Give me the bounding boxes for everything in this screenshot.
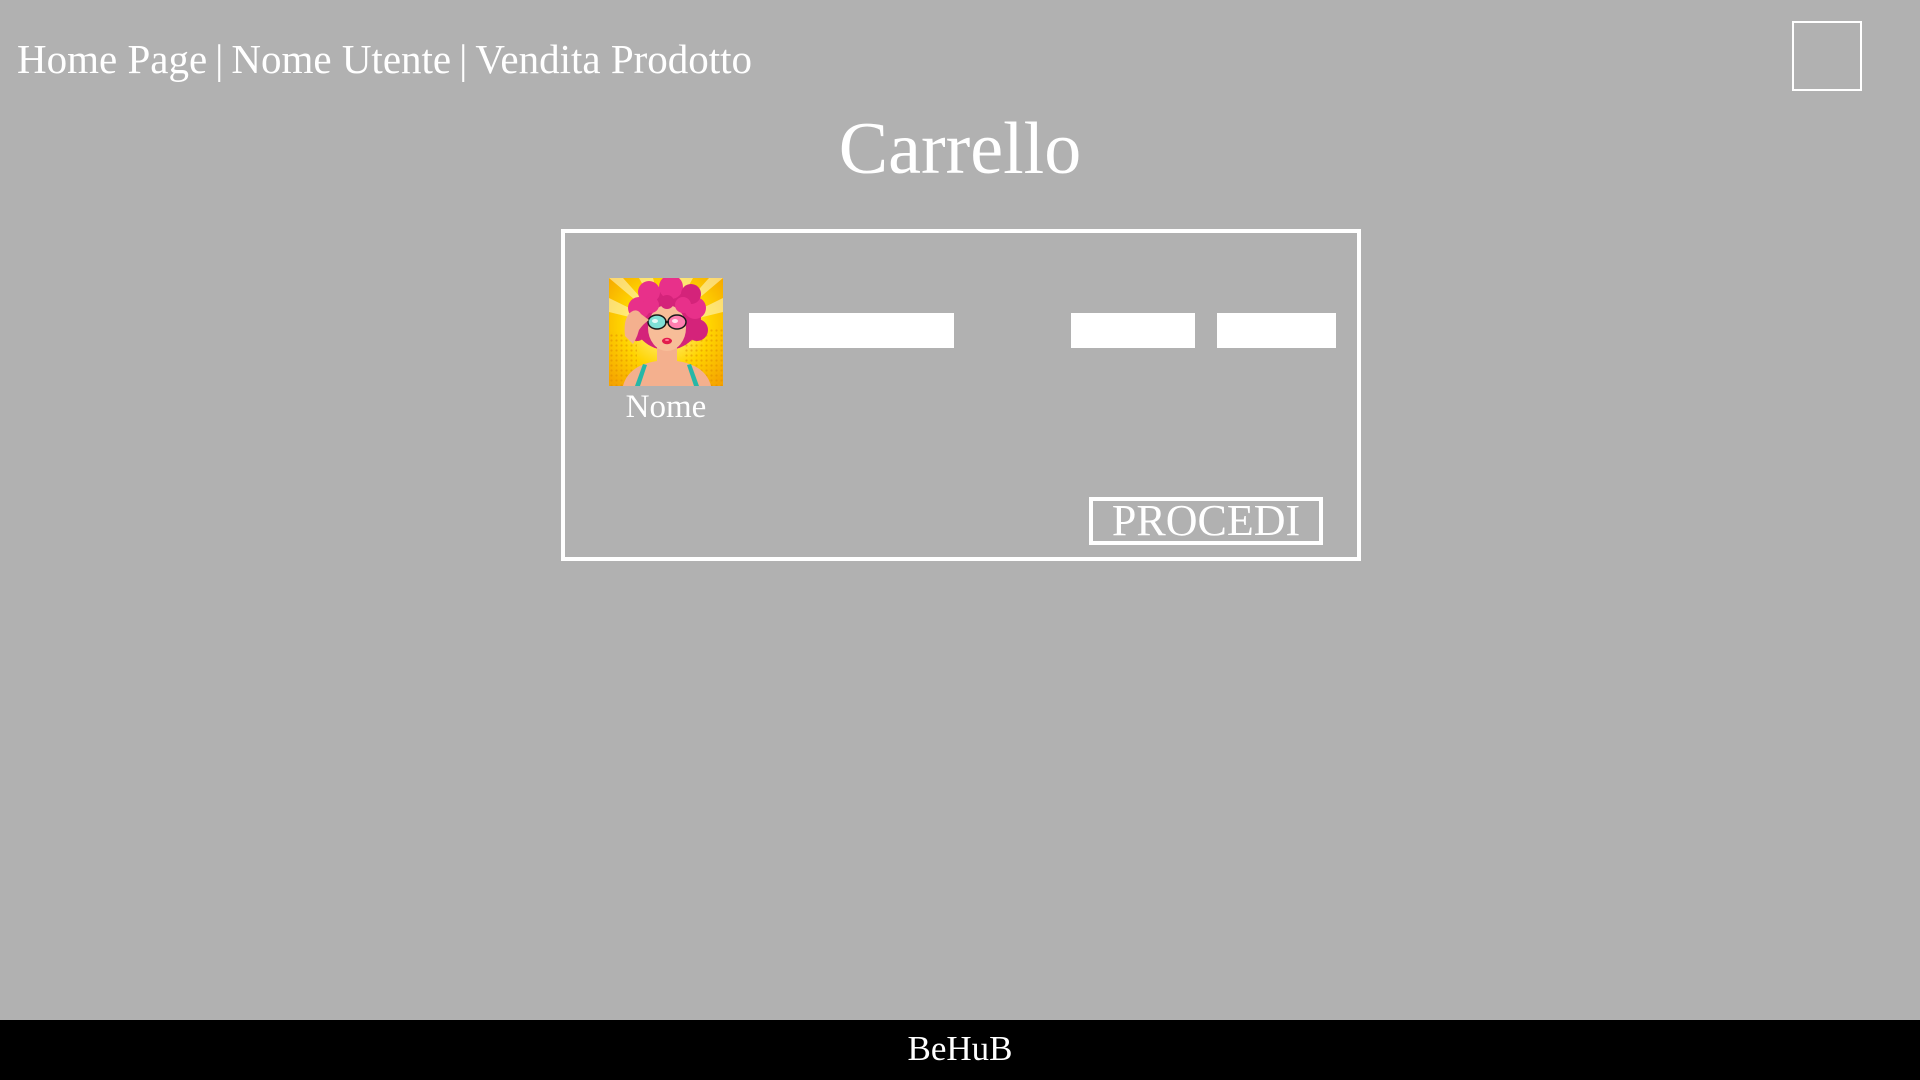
cart-item: Nome (565, 233, 1357, 433)
product-image[interactable] (609, 278, 723, 386)
nav-home-page-link[interactable]: Home Page (17, 36, 207, 82)
top-navigation: Home Page | Nome Utente | Vendita Prodotto (17, 34, 752, 84)
page-title: Carrello (838, 108, 1082, 190)
footer-brand: BeHuB (907, 1029, 1013, 1068)
footer: BeHuB (0, 1020, 1920, 1080)
popart-woman-image (609, 278, 723, 386)
profile-button[interactable] (1792, 21, 1862, 91)
proceed-button[interactable]: PROCEDI (1089, 497, 1323, 545)
product-name-field[interactable] (749, 313, 954, 348)
nav-user-name-link[interactable]: Nome Utente (231, 36, 451, 82)
product-name: Nome (625, 389, 707, 425)
nav-separator: | (215, 36, 224, 82)
nav-sell-product-link[interactable]: Vendita Prodotto (475, 36, 752, 82)
cart-panel: Nome PROCEDI (561, 229, 1361, 561)
price-field[interactable] (1217, 313, 1336, 348)
quantity-field[interactable] (1071, 313, 1195, 348)
nav-separator: | (459, 36, 468, 82)
